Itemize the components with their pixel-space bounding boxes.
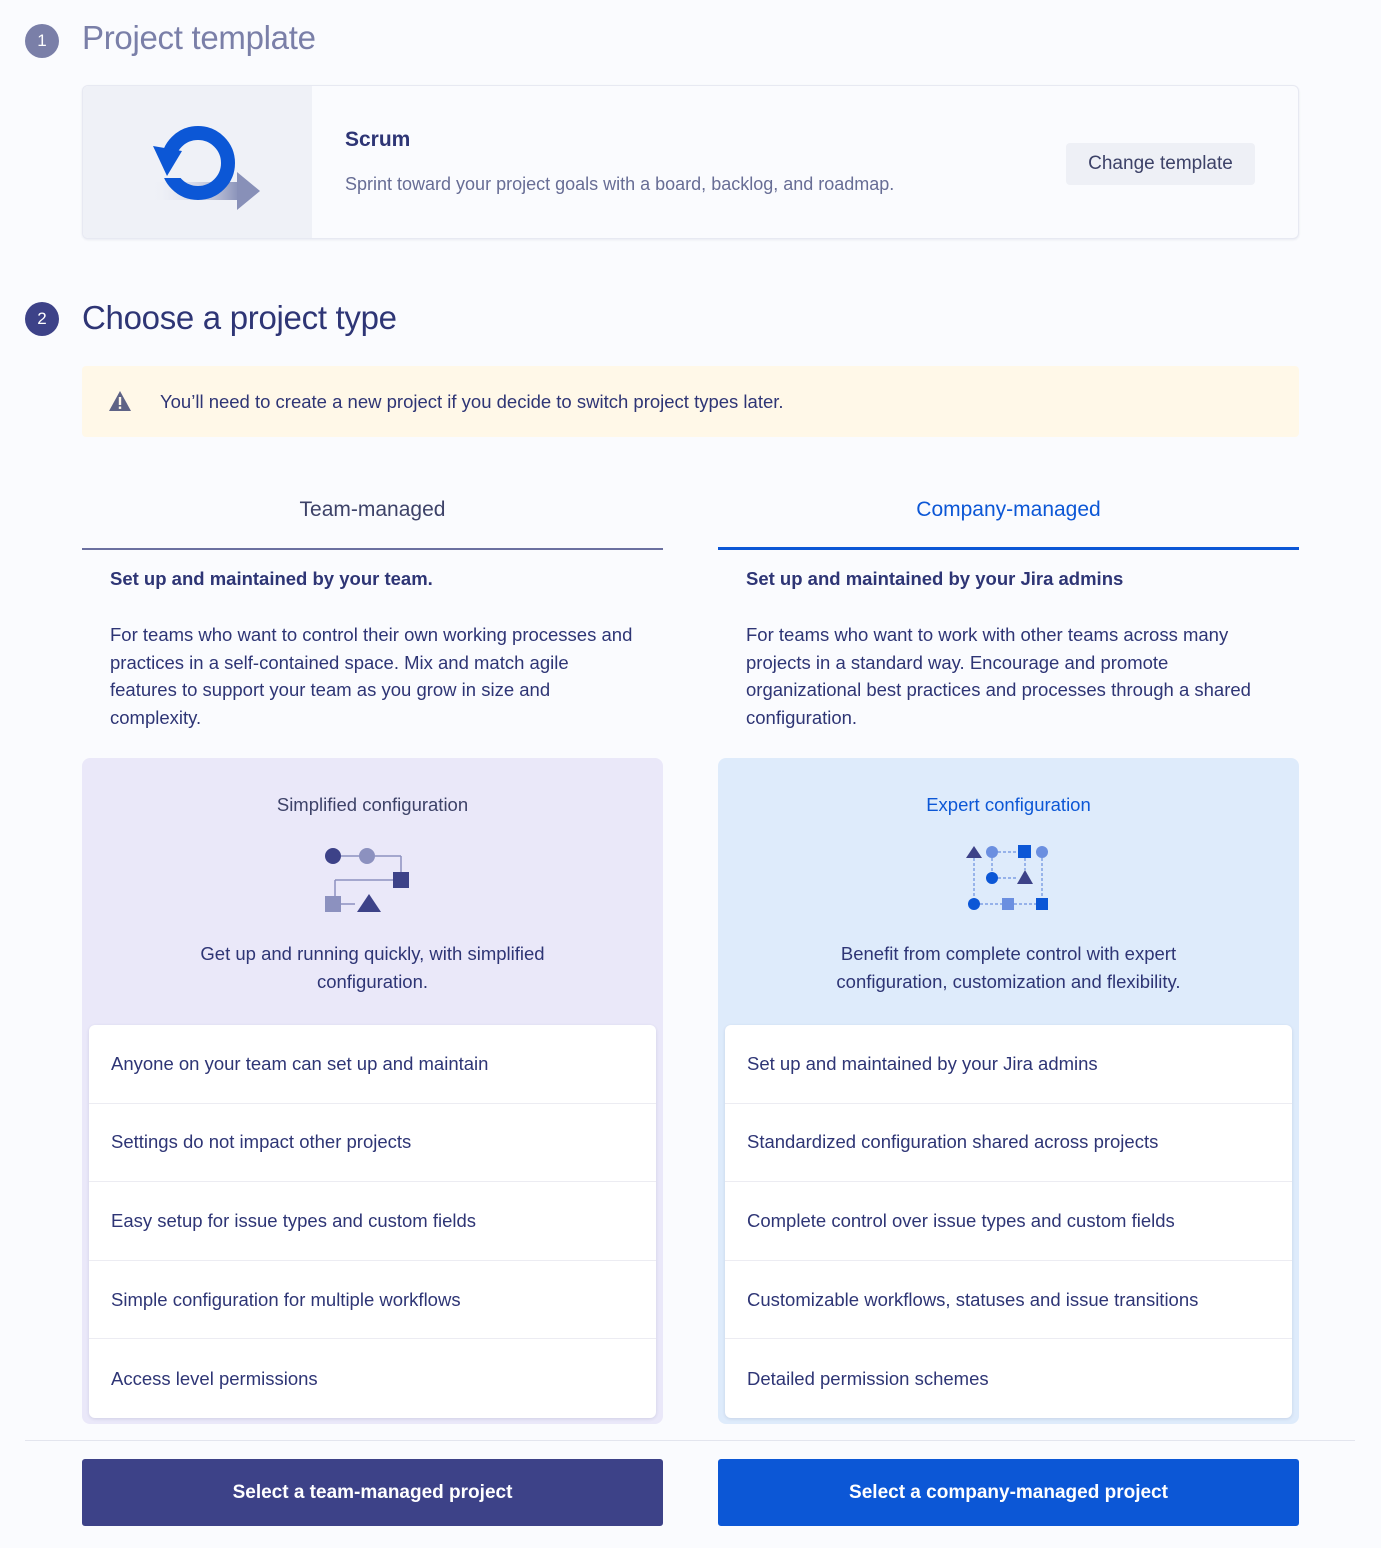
select-team-managed-button[interactable]: Select a team-managed project — [82, 1459, 663, 1526]
simplified-config-title: Simplified configuration — [276, 794, 469, 815]
team-feature-list: Anyone on your team can set up and maint… — [89, 1025, 656, 1418]
change-template-button[interactable]: Change template — [1066, 143, 1255, 185]
step-2-badge: 2 — [25, 302, 59, 336]
company-managed-heading: Set up and maintained by your Jira admin… — [746, 568, 1124, 589]
warning-text: You’ll need to create a new project if y… — [160, 391, 784, 412]
list-item: Easy setup for issue types and custom fi… — [89, 1182, 656, 1261]
team-managed-heading: Set up and maintained by your team. — [110, 568, 433, 589]
tab-team-managed[interactable]: Team-managed — [82, 478, 663, 550]
list-item: Complete control over issue types and cu… — [725, 1182, 1292, 1261]
list-item: Anyone on your team can set up and maint… — [89, 1025, 656, 1104]
template-description: Sprint toward your project goals with a … — [345, 174, 895, 194]
template-name: Scrum — [345, 128, 411, 151]
divider — [25, 1440, 1355, 1441]
list-item: Simple configuration for multiple workfl… — [89, 1261, 656, 1340]
warning-triangle-icon — [109, 391, 131, 411]
simplified-config-body: Get up and running quickly, with simplif… — [200, 943, 545, 992]
company-managed-description: For teams who want to work with other te… — [746, 624, 1251, 729]
scrum-cycle-icon — [151, 126, 260, 210]
simplified-config-panel: Simplified configuration Get up and runn… — [82, 758, 663, 1424]
list-item: Set up and maintained by your Jira admin… — [725, 1025, 1292, 1104]
list-item: Detailed permission schemes — [747, 1367, 989, 1389]
company-feature-list: Set up and maintained by your Jira admin… — [725, 1025, 1292, 1418]
template-thumbnail — [83, 86, 312, 238]
team-managed-description: For teams who want to control their own … — [110, 624, 633, 729]
warning-banner: You’ll need to create a new project if y… — [82, 366, 1299, 437]
step-1-title: Project template — [82, 19, 316, 56]
simplified-workflow-icon — [325, 848, 409, 912]
expert-config-body: Benefit from complete control with exper… — [836, 943, 1181, 992]
list-item: Access level permissions — [111, 1367, 318, 1389]
step-2-title: Choose a project type — [82, 299, 397, 336]
expert-config-panel: Expert configuration Benefit from comple… — [718, 758, 1299, 1424]
template-card: Scrum Sprint toward your project goals w… — [82, 85, 1299, 239]
list-item: Standardized configuration shared across… — [725, 1104, 1292, 1183]
step-1-badge: 1 — [25, 24, 59, 58]
expert-workflow-icon — [966, 845, 1048, 910]
expert-config-title: Expert configuration — [926, 794, 1091, 815]
list-item: Settings do not impact other projects — [89, 1104, 656, 1183]
select-company-managed-button[interactable]: Select a company-managed project — [718, 1459, 1299, 1526]
tab-company-managed[interactable]: Company-managed — [718, 478, 1299, 550]
list-item: Customizable workflows, statuses and iss… — [725, 1261, 1292, 1340]
